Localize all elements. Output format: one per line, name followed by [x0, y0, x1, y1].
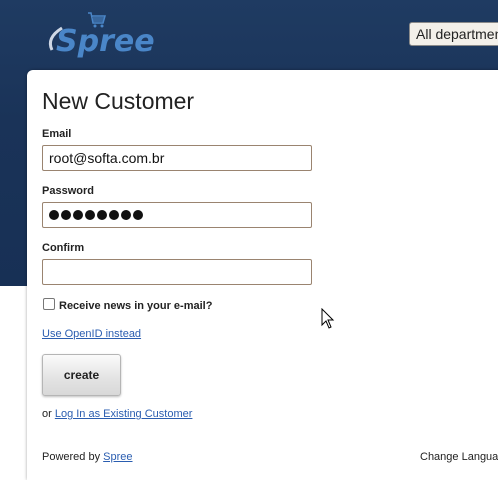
password-dot: [109, 210, 119, 220]
password-dot: [61, 210, 71, 220]
or-text: or: [42, 408, 52, 420]
department-select[interactable]: All departments: [409, 22, 498, 46]
newsletter-checkbox[interactable]: [43, 298, 55, 310]
powered-by-text: Powered by: [42, 451, 101, 463]
confirm-field[interactable]: [42, 259, 312, 285]
password-mask: [49, 203, 311, 227]
password-dot: [73, 210, 83, 220]
password-dot: [97, 210, 107, 220]
password-label: Password: [42, 185, 94, 197]
confirm-label: Confirm: [42, 242, 85, 254]
password-dot: [121, 210, 131, 220]
logo-text: Spree: [56, 24, 154, 59]
password-field[interactable]: [42, 202, 312, 228]
login-line: or Log In as Existing Customer: [42, 408, 192, 420]
newsletter-label: Receive news in your e-mail?: [59, 300, 213, 312]
email-label: Email: [42, 128, 72, 140]
create-button[interactable]: create: [42, 354, 121, 396]
mouse-cursor-icon: [321, 308, 335, 329]
password-dot: [85, 210, 95, 220]
spree-link[interactable]: Spree: [103, 451, 132, 463]
openid-link[interactable]: Use OpenID instead: [42, 328, 141, 340]
password-dot: [49, 210, 59, 220]
email-field[interactable]: root@softa.com.br: [42, 145, 312, 171]
login-link[interactable]: Log In as Existing Customer: [55, 408, 193, 420]
page-title: New Customer: [42, 88, 195, 114]
password-dot: [133, 210, 143, 220]
change-language[interactable]: Change Language: [420, 451, 498, 463]
powered-by: Powered by Spree: [42, 451, 133, 463]
spree-logo[interactable]: Spree: [44, 10, 154, 60]
